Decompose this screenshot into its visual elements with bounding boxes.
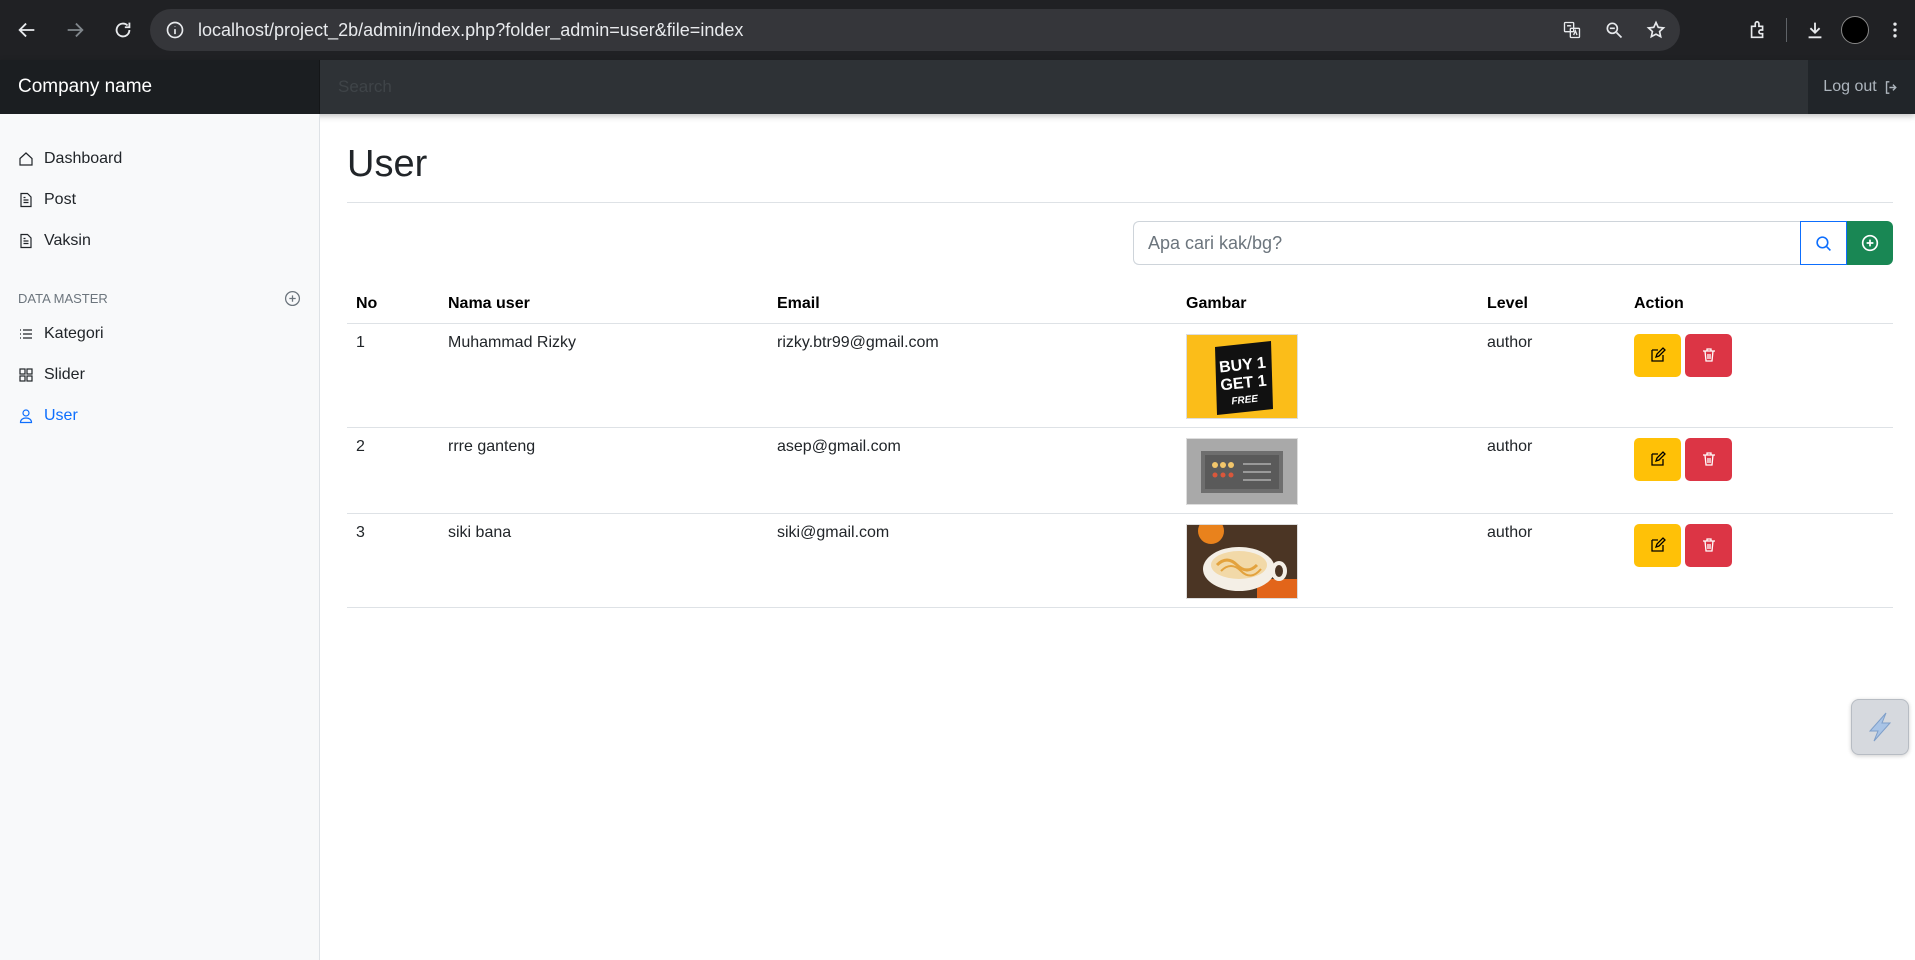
url-text: localhost/project_2b/admin/index.php?fol… (198, 19, 744, 40)
reload-button[interactable] (102, 9, 144, 51)
cell-actions (1625, 427, 1893, 514)
app-navbar: Company name Log out (0, 60, 1915, 114)
edit-button[interactable] (1634, 437, 1681, 481)
plus-circle-icon[interactable] (284, 290, 301, 307)
header-email: Email (768, 285, 1177, 324)
user-image-thumbnail (1186, 437, 1298, 505)
sidebar-item-label: Dashboard (44, 149, 123, 167)
cell-image (1177, 513, 1478, 608)
header-image: Gambar (1177, 285, 1478, 324)
sidebar-item-user[interactable]: User (0, 395, 319, 436)
sidebar-item-slider[interactable]: Slider (0, 354, 319, 395)
sidebar-item-label: User (44, 406, 78, 424)
lightning-icon (1868, 712, 1892, 742)
delete-button[interactable] (1685, 523, 1732, 567)
cell-email: siki@gmail.com (768, 513, 1177, 608)
site-info-icon[interactable] (154, 9, 196, 51)
cell-no: 3 (347, 513, 439, 608)
search-button[interactable] (1800, 221, 1847, 265)
table-row: 2 rrre ganteng asep@gmail.com author (347, 427, 1893, 514)
user-table: No Nama user Email Gambar Level Action 1… (347, 285, 1893, 608)
edit-icon (1650, 537, 1666, 552)
cell-actions (1625, 323, 1893, 428)
cell-name: siki bana (439, 513, 768, 608)
sidebar-item-label: Slider (44, 365, 85, 383)
cell-image (1177, 427, 1478, 514)
trash-icon (1702, 452, 1715, 466)
delete-button[interactable] (1685, 333, 1732, 377)
house-icon (19, 151, 33, 166)
logout-link[interactable]: Log out (1808, 60, 1915, 114)
header-name: Nama user (439, 285, 768, 324)
header-action: Action (1625, 285, 1893, 324)
search-row (347, 221, 1893, 265)
header-level: Level (1478, 285, 1625, 324)
cell-no: 2 (347, 427, 439, 514)
download-icon[interactable] (1795, 10, 1835, 50)
search-icon (1816, 235, 1831, 251)
table-row: 3 siki bana siki@gmail.com author (347, 513, 1893, 608)
cell-actions (1625, 513, 1893, 608)
cell-level: author (1478, 323, 1625, 428)
trash-icon (1702, 538, 1715, 552)
trash-icon (1702, 348, 1715, 362)
file-icon (20, 192, 32, 207)
sidebar-item-label: Post (44, 190, 77, 208)
navbar-search-input[interactable] (320, 60, 1808, 114)
profile-avatar[interactable] (1835, 10, 1875, 50)
sidebar-item-vaksin[interactable]: Vaksin (0, 220, 319, 261)
back-button[interactable] (6, 9, 48, 51)
add-user-button[interactable] (1847, 221, 1893, 265)
browser-toolbar: localhost/project_2b/admin/index.php?fol… (0, 0, 1915, 60)
header-no: No (347, 285, 439, 324)
grid-icon (19, 367, 33, 382)
user-image-thumbnail: BUY 1 GET 1 FREE (1186, 333, 1298, 419)
cell-image: BUY 1 GET 1 FREE (1177, 323, 1478, 428)
address-bar[interactable]: localhost/project_2b/admin/index.php?fol… (150, 9, 1680, 51)
avatar-icon (1841, 16, 1869, 44)
data-master-heading: DATA MASTER (0, 283, 319, 313)
cell-name: Muhammad Rizky (439, 323, 768, 428)
menu-kebab-icon[interactable] (1875, 10, 1915, 50)
main-content: User No Nama user Email Gambar Level Act… (347, 114, 1893, 608)
floating-assistant-button[interactable] (1851, 699, 1909, 755)
cell-level: author (1478, 513, 1625, 608)
title-divider (347, 202, 1893, 203)
sidebar-item-label: Vaksin (44, 231, 91, 249)
delete-button[interactable] (1685, 437, 1732, 481)
logout-label: Log out (1823, 78, 1877, 95)
bookmark-star-icon[interactable] (1642, 16, 1670, 44)
edit-icon (1650, 347, 1666, 362)
cell-email: rizky.btr99@gmail.com (768, 323, 1177, 428)
user-search-input[interactable] (1133, 221, 1800, 265)
sidebar-item-post[interactable]: Post (0, 179, 319, 220)
person-icon (19, 408, 33, 423)
sidebar-item-dashboard[interactable]: Dashboard (0, 138, 319, 179)
edit-button[interactable] (1634, 333, 1681, 377)
page-title: User (347, 143, 428, 185)
cell-no: 1 (347, 323, 439, 428)
zoom-icon[interactable] (1600, 16, 1628, 44)
toolbar-divider (1786, 18, 1787, 42)
forward-button[interactable] (54, 9, 96, 51)
edit-icon (1650, 451, 1666, 466)
cell-name: rrre ganteng (439, 427, 768, 514)
table-row: 1 Muhammad Rizky rizky.btr99@gmail.com B… (347, 323, 1893, 428)
extensions-icon[interactable] (1738, 10, 1778, 50)
sidebar: Dashboard Post Vaksin DATA MASTER Katego… (0, 114, 320, 960)
sidebar-item-kategori[interactable]: Kategori (0, 313, 319, 354)
cell-level: author (1478, 427, 1625, 514)
data-master-label: DATA MASTER (18, 290, 108, 306)
sidebar-item-label: Kategori (44, 324, 104, 342)
plus-circle-icon (1861, 234, 1879, 252)
cell-email: asep@gmail.com (768, 427, 1177, 514)
table-header-row: No Nama user Email Gambar Level Action (347, 285, 1893, 324)
edit-button[interactable] (1634, 523, 1681, 567)
file-icon (20, 233, 32, 248)
logout-icon (1885, 80, 1897, 94)
translate-icon[interactable] (1558, 16, 1586, 44)
list-icon (20, 328, 32, 339)
brand-name[interactable]: Company name (0, 60, 320, 114)
user-image-thumbnail (1186, 523, 1298, 599)
